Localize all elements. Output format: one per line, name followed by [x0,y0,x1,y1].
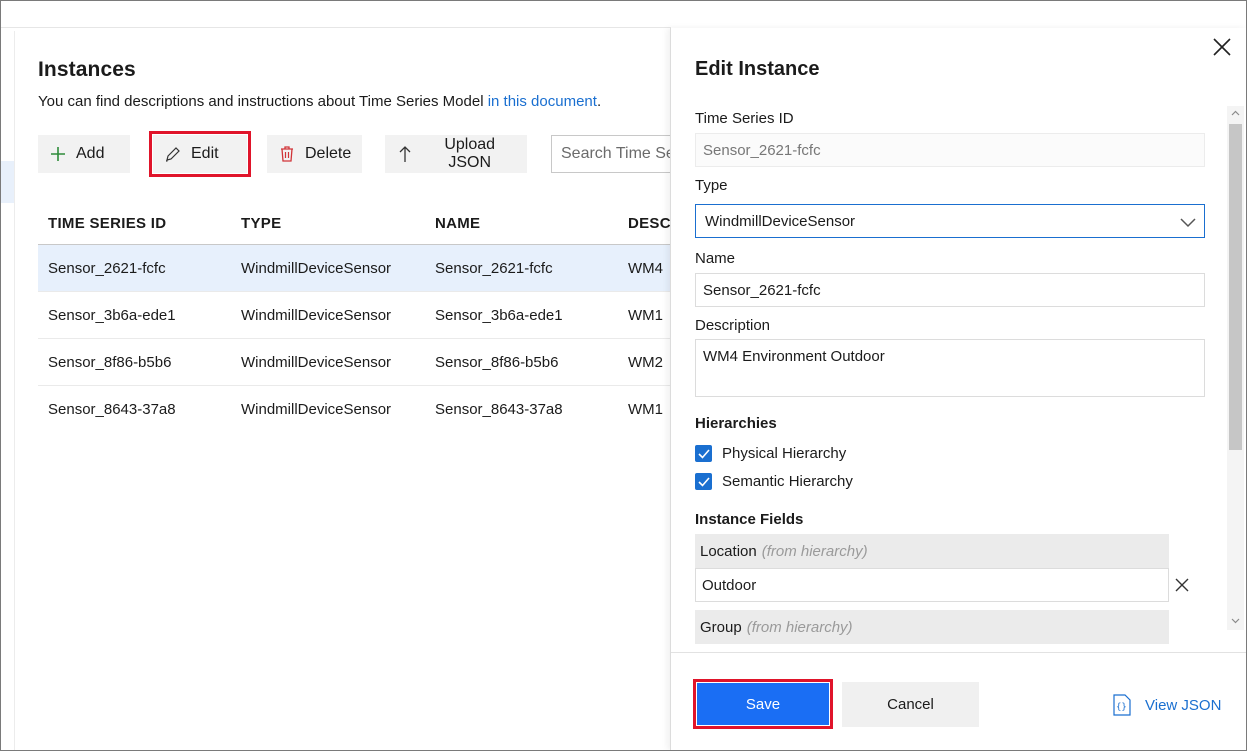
edit-button[interactable]: Edit [149,131,251,177]
table-row[interactable]: Sensor_2621-fcfc WindmillDeviceSensor Se… [38,245,671,292]
cell-description: WM1 [628,401,663,418]
table-row[interactable]: Sensor_3b6a-ede1 WindmillDeviceSensor Se… [38,292,671,339]
column-header-name[interactable]: NAME [435,215,480,232]
edit-instance-panel: Edit Instance Time Series ID Sensor_2621… [670,28,1246,750]
panel-title: Edit Instance [695,58,820,80]
cell-time-series-id: Sensor_8f86-b5b6 [48,354,172,371]
name-field[interactable]: Sensor_2621-fcfc [695,273,1205,307]
table-row[interactable]: Sensor_8643-37a8 WindmillDeviceSensor Se… [38,386,671,432]
delete-label: Delete [305,145,352,162]
column-header-type[interactable]: TYPE [241,215,281,232]
location-field-value: Outdoor [702,576,757,594]
scroll-down-icon[interactable] [1231,616,1240,625]
location-field-name: Location [700,542,757,560]
checkmark-icon [695,445,712,462]
cell-time-series-id: Sensor_2621-fcfc [48,260,166,277]
save-button[interactable]: Save [693,679,833,729]
physical-hierarchy-label: Physical Hierarchy [722,445,847,462]
view-json-link[interactable]: {} View JSON [1112,694,1221,716]
checkmark-icon [695,473,712,490]
close-icon [1213,38,1231,56]
description-label: Description [695,317,771,334]
cell-type: WindmillDeviceSensor [241,260,392,277]
scroll-up-icon[interactable] [1231,109,1240,118]
panel-scrollbar[interactable] [1227,106,1244,630]
cancel-button[interactable]: Cancel [842,682,979,727]
cell-description: WM2 [628,354,663,371]
description-value: WM4 Environment Outdoor [703,348,885,365]
upload-json-button[interactable]: Upload JSON [385,135,527,173]
cell-time-series-id: Sensor_3b6a-ede1 [48,307,176,324]
cell-name: Sensor_2621-fcfc [435,260,553,277]
cell-time-series-id: Sensor_8643-37a8 [48,401,176,418]
table-header: TIME SERIES ID TYPE NAME DESCRIPTION [38,201,671,245]
json-file-icon: {} [1113,694,1131,716]
type-selected-value: WindmillDeviceSensor [705,212,856,230]
cell-description: WM4 [628,260,663,277]
column-header-time-series-id[interactable]: TIME SERIES ID [48,215,166,232]
side-nav-strip [1,31,15,750]
table-row[interactable]: Sensor_8f86-b5b6 WindmillDeviceSensor Se… [38,339,671,386]
location-field-input[interactable]: Outdoor [695,568,1169,602]
panel-form: Time Series ID Sensor_2621-fcfc Type Win… [671,106,1231,656]
location-field-hint: (from hierarchy) [761,542,868,560]
search-input[interactable] [551,135,671,173]
time-series-id-value: Sensor_2621-fcfc [703,141,821,159]
cell-description: WM1 [628,307,663,324]
cell-name: Sensor_3b6a-ede1 [435,307,563,324]
group-field-hint: (from hierarchy) [746,618,853,636]
page-description: You can find descriptions and instructio… [38,93,601,110]
footer-divider [671,652,1246,653]
cell-type: WindmillDeviceSensor [241,354,392,371]
physical-hierarchy-checkbox[interactable]: Physical Hierarchy [695,445,846,462]
side-nav-selected[interactable] [1,161,14,203]
scrollbar-thumb[interactable] [1229,124,1242,450]
trash-icon [277,144,297,164]
location-field-header: Location (from hierarchy) [695,534,1169,568]
page-title: Instances [38,58,136,81]
group-field-header: Group (from hierarchy) [695,610,1169,644]
edit-label: Edit [191,145,219,162]
group-field-name: Group [700,618,742,636]
view-json-label: View JSON [1145,696,1222,714]
upload-arrow-icon [395,144,414,164]
cell-type: WindmillDeviceSensor [241,401,392,418]
hierarchies-label: Hierarchies [695,415,777,432]
name-label: Name [695,250,736,267]
instances-page: Instances You can find descriptions and … [15,28,671,750]
pencil-icon [163,144,183,164]
plus-icon [48,144,68,164]
description-field[interactable]: WM4 Environment Outdoor [695,339,1205,397]
chevron-down-icon [1178,212,1198,232]
semantic-hierarchy-checkbox[interactable]: Semantic Hierarchy [695,473,853,490]
add-label: Add [76,145,105,162]
description-text: You can find descriptions and instructio… [38,93,488,110]
name-value: Sensor_2621-fcfc [703,281,821,299]
type-label: Type [695,177,728,194]
add-button[interactable]: Add [38,135,130,173]
description-end: . [596,93,602,110]
window-frame: Instances You can find descriptions and … [0,0,1247,751]
instance-fields-label: Instance Fields [695,511,804,528]
upload-label: Upload JSON [444,136,496,171]
time-series-id-label: Time Series ID [695,110,794,127]
instances-table: TIME SERIES ID TYPE NAME DESCRIPTION Sen… [38,201,671,432]
cell-name: Sensor_8643-37a8 [435,401,563,418]
cell-type: WindmillDeviceSensor [241,307,392,324]
close-panel-button[interactable] [1209,34,1235,60]
document-link[interactable]: in this document [488,93,597,110]
type-select[interactable]: WindmillDeviceSensor [695,204,1205,238]
remove-location-button[interactable] [1171,574,1193,596]
delete-button[interactable]: Delete [267,135,362,173]
semantic-hierarchy-label: Semantic Hierarchy [722,473,853,490]
svg-text:{}: {} [1116,703,1127,713]
time-series-id-field: Sensor_2621-fcfc [695,133,1205,167]
close-icon [1175,578,1189,592]
column-header-description[interactable]: DESCRIPTION [628,215,671,232]
cell-name: Sensor_8f86-b5b6 [435,354,559,371]
